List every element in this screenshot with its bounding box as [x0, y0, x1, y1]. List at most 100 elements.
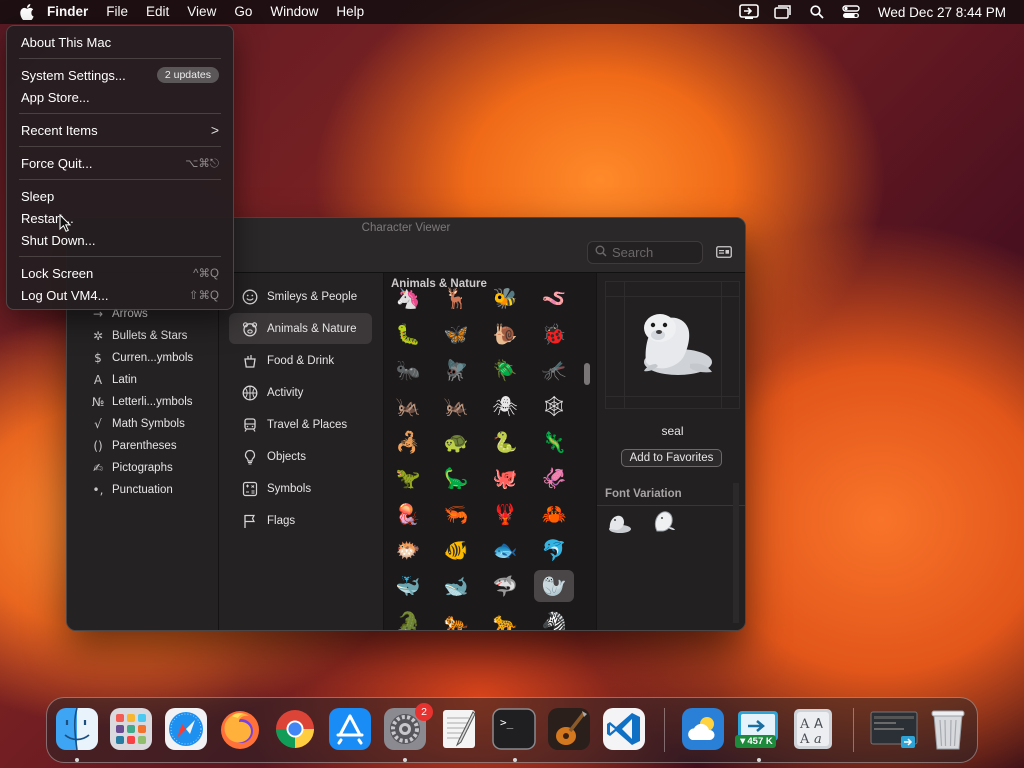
emoji-cell[interactable]: 🦞 [485, 498, 525, 530]
sidebar-item-letterlike[interactable]: № Letterli...ymbols [89, 391, 193, 413]
emoji-cell[interactable]: 🦂 [388, 426, 428, 458]
emoji-cell[interactable]: 🪰 [436, 354, 476, 386]
dock-chrome[interactable] [272, 706, 318, 752]
emoji-cell[interactable]: 🪱 [534, 282, 574, 314]
emoji-cell[interactable]: 🕷 [485, 390, 525, 422]
details-toggle-icon[interactable] [716, 245, 732, 263]
emoji-cell[interactable]: 🐠 [436, 534, 476, 566]
emoji-cell[interactable]: 🦐 [436, 498, 476, 530]
emoji-cell[interactable]: 🦗 [436, 390, 476, 422]
menu-item-restart[interactable]: Restart... [13, 207, 227, 229]
dock-font-book[interactable]: AAAa [790, 706, 836, 752]
emoji-cell[interactable]: 🐬 [534, 534, 574, 566]
menu-window[interactable]: Window [261, 0, 327, 24]
emoji-cell[interactable]: 🪼 [388, 498, 428, 530]
emoji-cell[interactable]: 🐳 [388, 570, 428, 602]
screen-sharing-icon[interactable] [732, 0, 766, 24]
dock-app-store[interactable] [327, 706, 373, 752]
category-flags[interactable]: Flags [229, 505, 372, 536]
font-variation-color[interactable] [605, 513, 633, 540]
control-center-icon[interactable] [834, 0, 868, 24]
menu-item-system-settings[interactable]: System Settings... 2 updates [13, 64, 227, 86]
sidebar-item-math[interactable]: √ Math Symbols [89, 413, 185, 435]
emoji-cell[interactable]: 🐌 [485, 318, 525, 350]
sidebar-item-pictographs[interactable]: ✍ Pictographs [89, 457, 173, 479]
emoji-cell[interactable]: 🐝 [485, 282, 525, 314]
dock-firefox[interactable] [217, 706, 263, 752]
menu-item-lock-screen[interactable]: Lock Screen ^⌘Q [13, 262, 227, 284]
category-objects[interactable]: Objects [229, 441, 372, 472]
emoji-cell[interactable]: 🕸 [534, 390, 574, 422]
dock-downloads-stack[interactable] [869, 706, 918, 752]
menu-help[interactable]: Help [327, 0, 373, 24]
menu-finder[interactable]: Finder [38, 0, 97, 24]
menu-edit[interactable]: Edit [137, 0, 178, 24]
menu-go[interactable]: Go [225, 0, 261, 24]
emoji-cell[interactable]: 🐊 [388, 606, 428, 630]
menubar-clock[interactable]: Wed Dec 27 8:44 PM [868, 5, 1024, 20]
emoji-cell[interactable]: 🦈 [485, 570, 525, 602]
emoji-cell[interactable]: 🐋 [436, 570, 476, 602]
category-smileys-people[interactable]: Smileys & People [229, 281, 372, 312]
emoji-cell[interactable]: 🦕 [436, 462, 476, 494]
emoji-cell[interactable]: 🐆 [485, 606, 525, 630]
sidebar-item-parentheses[interactable]: () Parentheses [89, 435, 176, 457]
emoji-cell[interactable]: 🐜 [388, 354, 428, 386]
emoji-cell[interactable]: 🐛 [388, 318, 428, 350]
dock-terminal[interactable]: >_ [491, 706, 537, 752]
category-symbols[interactable]: Symbols [229, 473, 372, 504]
emoji-cell[interactable]: 🦎 [534, 426, 574, 458]
category-travel-places[interactable]: Travel & Places [229, 409, 372, 440]
apple-menu-icon[interactable] [16, 4, 38, 20]
window-mirror-icon[interactable] [766, 0, 800, 24]
add-to-favorites-button[interactable]: Add to Favorites [621, 449, 722, 467]
emoji-cell[interactable]: 🦌 [436, 282, 476, 314]
emoji-cell[interactable]: 🦋 [436, 318, 476, 350]
emoji-cell[interactable]: 🦭 [534, 570, 574, 602]
category-animals-nature[interactable]: Animals & Nature [229, 313, 372, 344]
dock-launchpad[interactable] [108, 706, 154, 752]
category-food-drink[interactable]: Food & Drink [229, 345, 372, 376]
emoji-cell[interactable]: 🐙 [485, 462, 525, 494]
dock-garageband[interactable] [546, 706, 592, 752]
menu-item-force-quit[interactable]: Force Quit... ⌥⌘⎋ [13, 152, 227, 174]
menu-view[interactable]: View [178, 0, 225, 24]
menu-item-about-this-mac[interactable]: About This Mac [13, 31, 227, 53]
emoji-cell[interactable]: 🐅 [436, 606, 476, 630]
emoji-cell[interactable]: 🦀 [534, 498, 574, 530]
dock-textedit[interactable] [437, 706, 483, 752]
menu-item-sleep[interactable]: Sleep [13, 185, 227, 207]
dock-vscode[interactable] [601, 706, 647, 752]
emoji-cell[interactable]: 🐡 [388, 534, 428, 566]
emoji-cell[interactable]: 🦟 [534, 354, 574, 386]
spotlight-search-icon[interactable] [800, 0, 834, 24]
emoji-cell[interactable]: 🦑 [534, 462, 574, 494]
grid-scrollbar[interactable] [584, 363, 590, 385]
menu-file[interactable]: File [97, 0, 137, 24]
sidebar-item-currency[interactable]: $ Curren...ymbols [89, 347, 193, 369]
emoji-cell[interactable]: 🐍 [485, 426, 525, 458]
dock-trash[interactable] [925, 706, 971, 752]
detail-scrollbar[interactable] [733, 483, 739, 623]
sidebar-item-bullets-stars[interactable]: ✲ Bullets & Stars [89, 325, 187, 347]
emoji-cell[interactable]: 🦄 [388, 282, 428, 314]
menu-item-log-out[interactable]: Log Out VM4... ⇧⌘Q [13, 284, 227, 306]
emoji-cell[interactable]: 🦖 [388, 462, 428, 494]
menu-item-app-store[interactable]: App Store... [13, 86, 227, 108]
emoji-cell[interactable]: 🦗 [388, 390, 428, 422]
emoji-cell[interactable]: 🦓 [534, 606, 574, 630]
emoji-cell[interactable]: 🪲 [485, 354, 525, 386]
emoji-cell[interactable]: 🐟 [485, 534, 525, 566]
dock-safari[interactable] [163, 706, 209, 752]
dock-weather[interactable] [680, 706, 726, 752]
search-input[interactable] [612, 245, 696, 260]
category-activity[interactable]: Activity [229, 377, 372, 408]
dock-finder[interactable] [54, 706, 100, 752]
font-variation-outline[interactable] [651, 509, 677, 540]
sidebar-item-latin[interactable]: A Latin [89, 369, 137, 391]
emoji-cell[interactable]: 🐢 [436, 426, 476, 458]
menu-item-shut-down[interactable]: Shut Down... [13, 229, 227, 251]
search-field[interactable] [587, 241, 703, 264]
emoji-cell[interactable]: 🐞 [534, 318, 574, 350]
menu-item-recent-items[interactable]: Recent Items > [13, 119, 227, 141]
